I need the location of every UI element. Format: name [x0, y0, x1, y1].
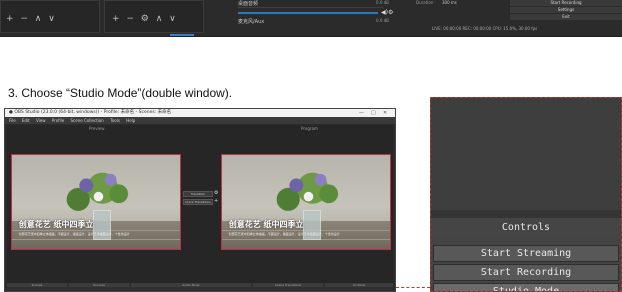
- close-button[interactable]: ✕: [383, 109, 387, 117]
- menu-bar: File Edit View Profile Scene Collection …: [5, 117, 395, 124]
- transition-controls: Transition ⚙ Quick Transitions +: [183, 190, 219, 211]
- preview-pane[interactable]: 创意花艺 纸中四季立 创意花艺纸中四季立体插画，平面设计，插画设计，设计艺术插图…: [11, 154, 181, 250]
- start-recording-button-small[interactable]: Start Recording: [510, 0, 622, 6]
- scene-list-controls[interactable]: + − ∧ ∨: [6, 14, 57, 24]
- instruction-caption: 3. Choose “Studio Mode”(double window).: [8, 86, 233, 100]
- quick-transitions-box[interactable]: Quick Transitions: [183, 199, 213, 205]
- add-quick-transition-icon[interactable]: +: [214, 198, 218, 204]
- mixer-label-desktop: 桌面音频: [238, 1, 259, 7]
- program-overlay-title: 创意花艺 纸中四季立: [228, 219, 304, 229]
- controls-header: Controls: [431, 218, 621, 238]
- program-overlay-subtitle: 创意花艺纸中四季立体插画，平面设计，插画设计，设计艺术插图设计，个性化设计: [228, 232, 340, 237]
- dock-scene-transitions: Scene Transitions: [253, 283, 323, 287]
- mixer-meter-desktop: [238, 7, 383, 8]
- start-streaming-button[interactable]: Start Streaming: [433, 245, 619, 262]
- zoomed-controls-panel: Controls Start Streaming Start Recording…: [430, 97, 622, 292]
- mixer-label-mic: 麦克风/Aux: [238, 19, 265, 25]
- program-pane: 创意花艺 纸中四季立 创意花艺纸中四季立体插画，平面设计，插画设计，设计艺术插图…: [221, 154, 391, 250]
- mixer-db-desktop: 0.0 dB: [376, 0, 389, 5]
- top-screenshot-strip: + − ∧ ∨ + − ⚙ ∧ ∨ 桌面音频 0.0 dB ◀)⚙ 麦克风/Au…: [0, 0, 622, 37]
- dock-controls: Controls: [325, 283, 393, 287]
- menu-edit[interactable]: Edit: [22, 118, 30, 123]
- menu-view[interactable]: View: [36, 118, 46, 123]
- window-title-bar: ● OBS Studio (23.0.0 (64-bit, windows)) …: [5, 109, 395, 117]
- dock-audio-mixer: Audio Mixer: [131, 283, 251, 287]
- window-title: OBS Studio (23.0.0 (64-bit, windows)) - …: [14, 110, 172, 115]
- dock-sources: Sources: [69, 283, 129, 287]
- maximize-button[interactable]: □: [371, 109, 376, 117]
- menu-file[interactable]: File: [9, 118, 16, 123]
- volume-slider-desktop[interactable]: [238, 12, 378, 14]
- menu-tools[interactable]: Tools: [110, 118, 120, 123]
- zoom-divider: [431, 210, 621, 218]
- mixer-db-mic: 0.0 dB: [376, 18, 389, 23]
- zoom-empty-area: [431, 98, 621, 210]
- studio-mode-button[interactable]: Studio Mode: [433, 283, 619, 291]
- obs-studio-window: ● OBS Studio (23.0.0 (64-bit, windows)) …: [4, 108, 396, 292]
- start-recording-button[interactable]: Start Recording: [433, 264, 619, 281]
- preview-label: Preview: [89, 126, 105, 131]
- speaker-icon[interactable]: ◀)⚙: [381, 9, 393, 16]
- transition-button[interactable]: Transition: [183, 191, 213, 197]
- dock-scenes: Scenes: [7, 283, 67, 287]
- callout-connector-line: [396, 287, 430, 288]
- active-tab-indicator: [170, 34, 194, 36]
- menu-scene-collection[interactable]: Scene Collection: [71, 118, 104, 123]
- menu-profile[interactable]: Profile: [52, 118, 64, 123]
- bottom-docks: Scenes Sources Audio Mixer Scene Transit…: [7, 283, 393, 291]
- program-label: Program: [301, 126, 318, 131]
- duration-label: Duration: [416, 0, 434, 5]
- preview-overlay-subtitle: 创意花艺纸中四季立体插画，平面设计，插画设计，设计艺术插图设计，个性化设计: [18, 232, 130, 237]
- source-list-controls[interactable]: + − ⚙ ∧ ∨: [112, 14, 178, 24]
- preview-overlay-title: 创意花艺 纸中四季立: [18, 219, 94, 229]
- audio-mixer-fragment: 桌面音频 0.0 dB ◀)⚙ 麦克风/Aux 0.0 dB: [236, 0, 411, 33]
- minimize-button[interactable]: —: [359, 109, 364, 117]
- exit-button-small[interactable]: Exit: [510, 14, 622, 20]
- settings-button-small[interactable]: Settings: [510, 7, 622, 13]
- duration-value[interactable]: 300 ms: [442, 0, 457, 5]
- menu-help[interactable]: Help: [126, 118, 135, 123]
- status-bar-text: LIVE: 00:00:00 REC: 00:00:00 CPU: 15.0%,…: [432, 26, 538, 31]
- transition-settings-icon[interactable]: ⚙: [214, 190, 218, 196]
